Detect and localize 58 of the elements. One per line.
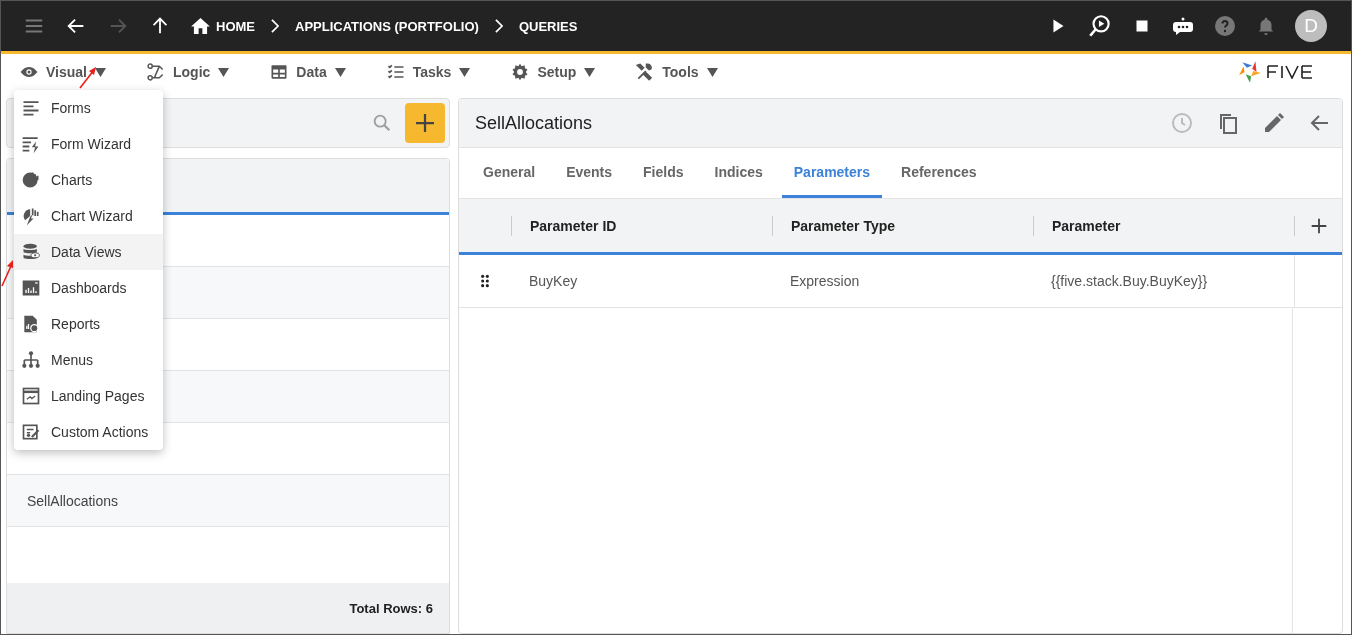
caret-down-icon xyxy=(95,67,106,77)
breadcrumb-link[interactable]: HOME xyxy=(191,18,255,34)
menu-item[interactable]: Chart Wizard xyxy=(14,198,163,234)
toolbar-menu-button[interactable]: Tools xyxy=(635,58,718,86)
window-chart-icon xyxy=(21,386,41,406)
search-play-icon[interactable] xyxy=(1087,13,1113,39)
lines-icon xyxy=(21,98,41,118)
home-icon xyxy=(191,18,210,34)
record-title: SellAllocations xyxy=(475,112,593,134)
menu-item[interactable]: Data Views xyxy=(14,234,163,270)
caret-down-icon xyxy=(584,67,596,77)
menu-item[interactable]: Reports xyxy=(14,306,163,342)
chart-bolt-icon xyxy=(21,206,41,226)
annotation-arrow xyxy=(1,259,13,287)
flow-icon xyxy=(146,62,166,82)
menu-item[interactable]: Forms xyxy=(14,90,163,126)
menu-item[interactable]: Custom Actions xyxy=(14,414,163,450)
table-icon xyxy=(269,62,290,82)
total-rows: Total Rows: 6 xyxy=(349,600,433,616)
document-chart-icon xyxy=(21,314,41,334)
caret-down-icon xyxy=(218,67,230,77)
help-icon[interactable] xyxy=(1213,14,1237,38)
toolbar-menu-button[interactable]: Setup xyxy=(510,58,596,86)
column-header[interactable]: Parameter Type xyxy=(791,217,895,234)
gear-icon xyxy=(510,62,531,82)
breadcrumb-link[interactable]: APPLICATIONS (PORTFOLIO) xyxy=(295,18,479,34)
toolbar-menu-button[interactable]: Tasks xyxy=(385,58,471,86)
database-eye-icon xyxy=(21,242,41,262)
caret-down-icon xyxy=(334,67,346,77)
column-header[interactable]: Parameter xyxy=(1052,217,1121,234)
menu-item[interactable]: Form Wizard xyxy=(14,126,163,162)
hierarchy-icon xyxy=(21,350,41,370)
table-cell: Expression xyxy=(790,273,860,289)
table-cell: BuyKey xyxy=(529,273,578,289)
bar-chart-icon xyxy=(21,278,41,298)
tab[interactable]: References xyxy=(889,148,989,198)
lines-bolt-icon xyxy=(21,134,41,154)
table-cell: {{five.stack.Buy.BuyKey}} xyxy=(1051,273,1208,289)
list-row[interactable]: SellAllocations xyxy=(7,475,449,527)
tab[interactable]: Indices xyxy=(702,148,775,198)
chevron-right-icon xyxy=(271,19,279,33)
column-header[interactable]: Parameter ID xyxy=(530,217,617,234)
menu-item[interactable]: Menus xyxy=(14,342,163,378)
chevron-right-icon xyxy=(494,19,503,33)
add-button[interactable] xyxy=(405,103,445,143)
drag-handle-icon[interactable] xyxy=(478,274,492,288)
breadcrumb-link[interactable]: QUERIES xyxy=(518,18,578,34)
caret-down-icon xyxy=(706,67,718,77)
plus-icon xyxy=(416,114,434,132)
tab[interactable]: General xyxy=(471,148,548,198)
toolbar-menu-button[interactable]: Data xyxy=(269,58,346,86)
logo-mark-icon xyxy=(1237,59,1263,85)
tab[interactable]: Fields xyxy=(631,148,696,198)
caret-down-icon xyxy=(459,67,471,77)
toolbar-menu-button[interactable]: Logic xyxy=(146,58,230,86)
edit-icon[interactable] xyxy=(1262,111,1286,135)
tab[interactable]: Events xyxy=(554,148,625,198)
pencil-document-icon xyxy=(21,422,41,442)
